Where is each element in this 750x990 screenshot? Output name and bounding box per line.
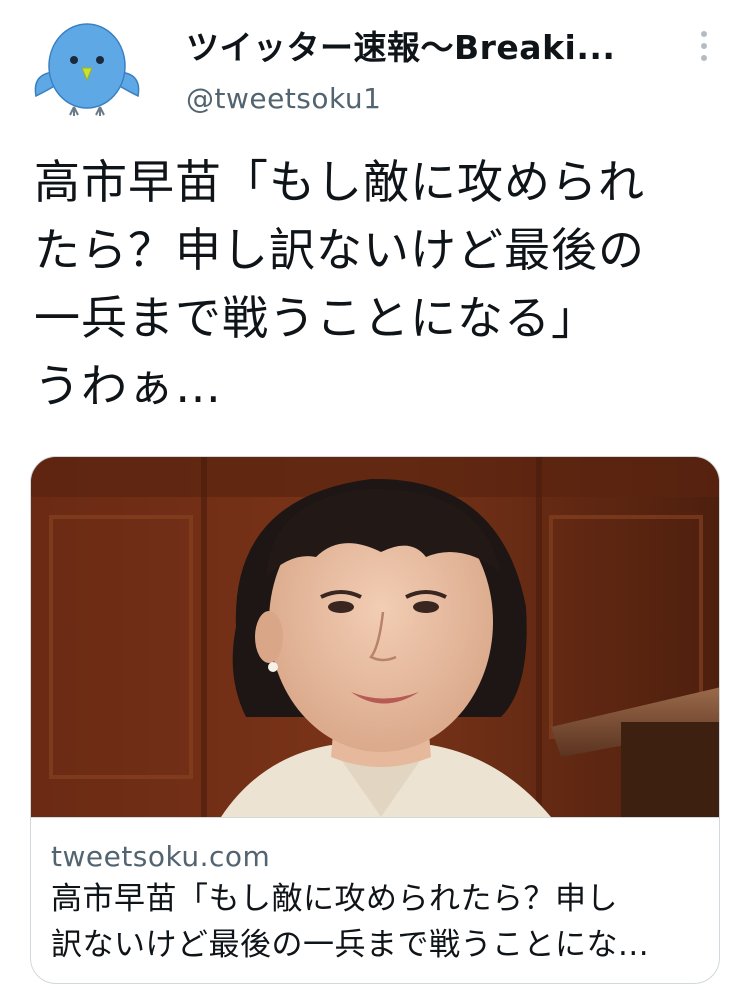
- card-domain: tweetsoku.com: [51, 840, 271, 873]
- tweet-text-line: うわぁ…: [34, 359, 222, 413]
- display-name[interactable]: ツイッター速報〜Breaki...: [186, 21, 615, 69]
- tweet-text: 高市早苗「もし敵に攻められ たら？申し訳ないけど最後の 一兵まで戦うことになる」…: [34, 148, 724, 420]
- more-options-button[interactable]: [686, 22, 722, 70]
- blue-bird-avatar-icon: [34, 23, 140, 116]
- vertical-dots-icon: [701, 31, 707, 37]
- card-title: 高市早苗「もし敵に攻められたら？申し 訳ないけど最後の一兵まで戦うことにな...: [51, 876, 701, 968]
- user-handle[interactable]: @tweetsoku1: [186, 82, 381, 115]
- author-name-row[interactable]: ツイッター速報〜Breaki...: [186, 18, 666, 72]
- avatar[interactable]: [24, 12, 150, 122]
- tweet-text-line: 一兵まで戦うことになる」: [34, 291, 598, 345]
- tweet-text-line: 高市早苗「もし敵に攻められ: [34, 155, 645, 209]
- card-title-line: 高市早苗「もし敵に攻められたら？申し: [51, 881, 618, 917]
- portrait-photo: [31, 457, 719, 817]
- tweet-text-line: たら？申し訳ないけど最後の: [34, 223, 645, 277]
- link-preview-card[interactable]: tweetsoku.com 高市早苗「もし敵に攻められたら？申し 訳ないけど最後…: [30, 456, 720, 984]
- card-image[interactable]: [31, 457, 719, 817]
- card-title-line: 訳ないけど最後の一兵まで戦うことにな...: [51, 927, 650, 963]
- card-body[interactable]: tweetsoku.com 高市早苗「もし敵に攻められたら？申し 訳ないけど最後…: [31, 817, 719, 983]
